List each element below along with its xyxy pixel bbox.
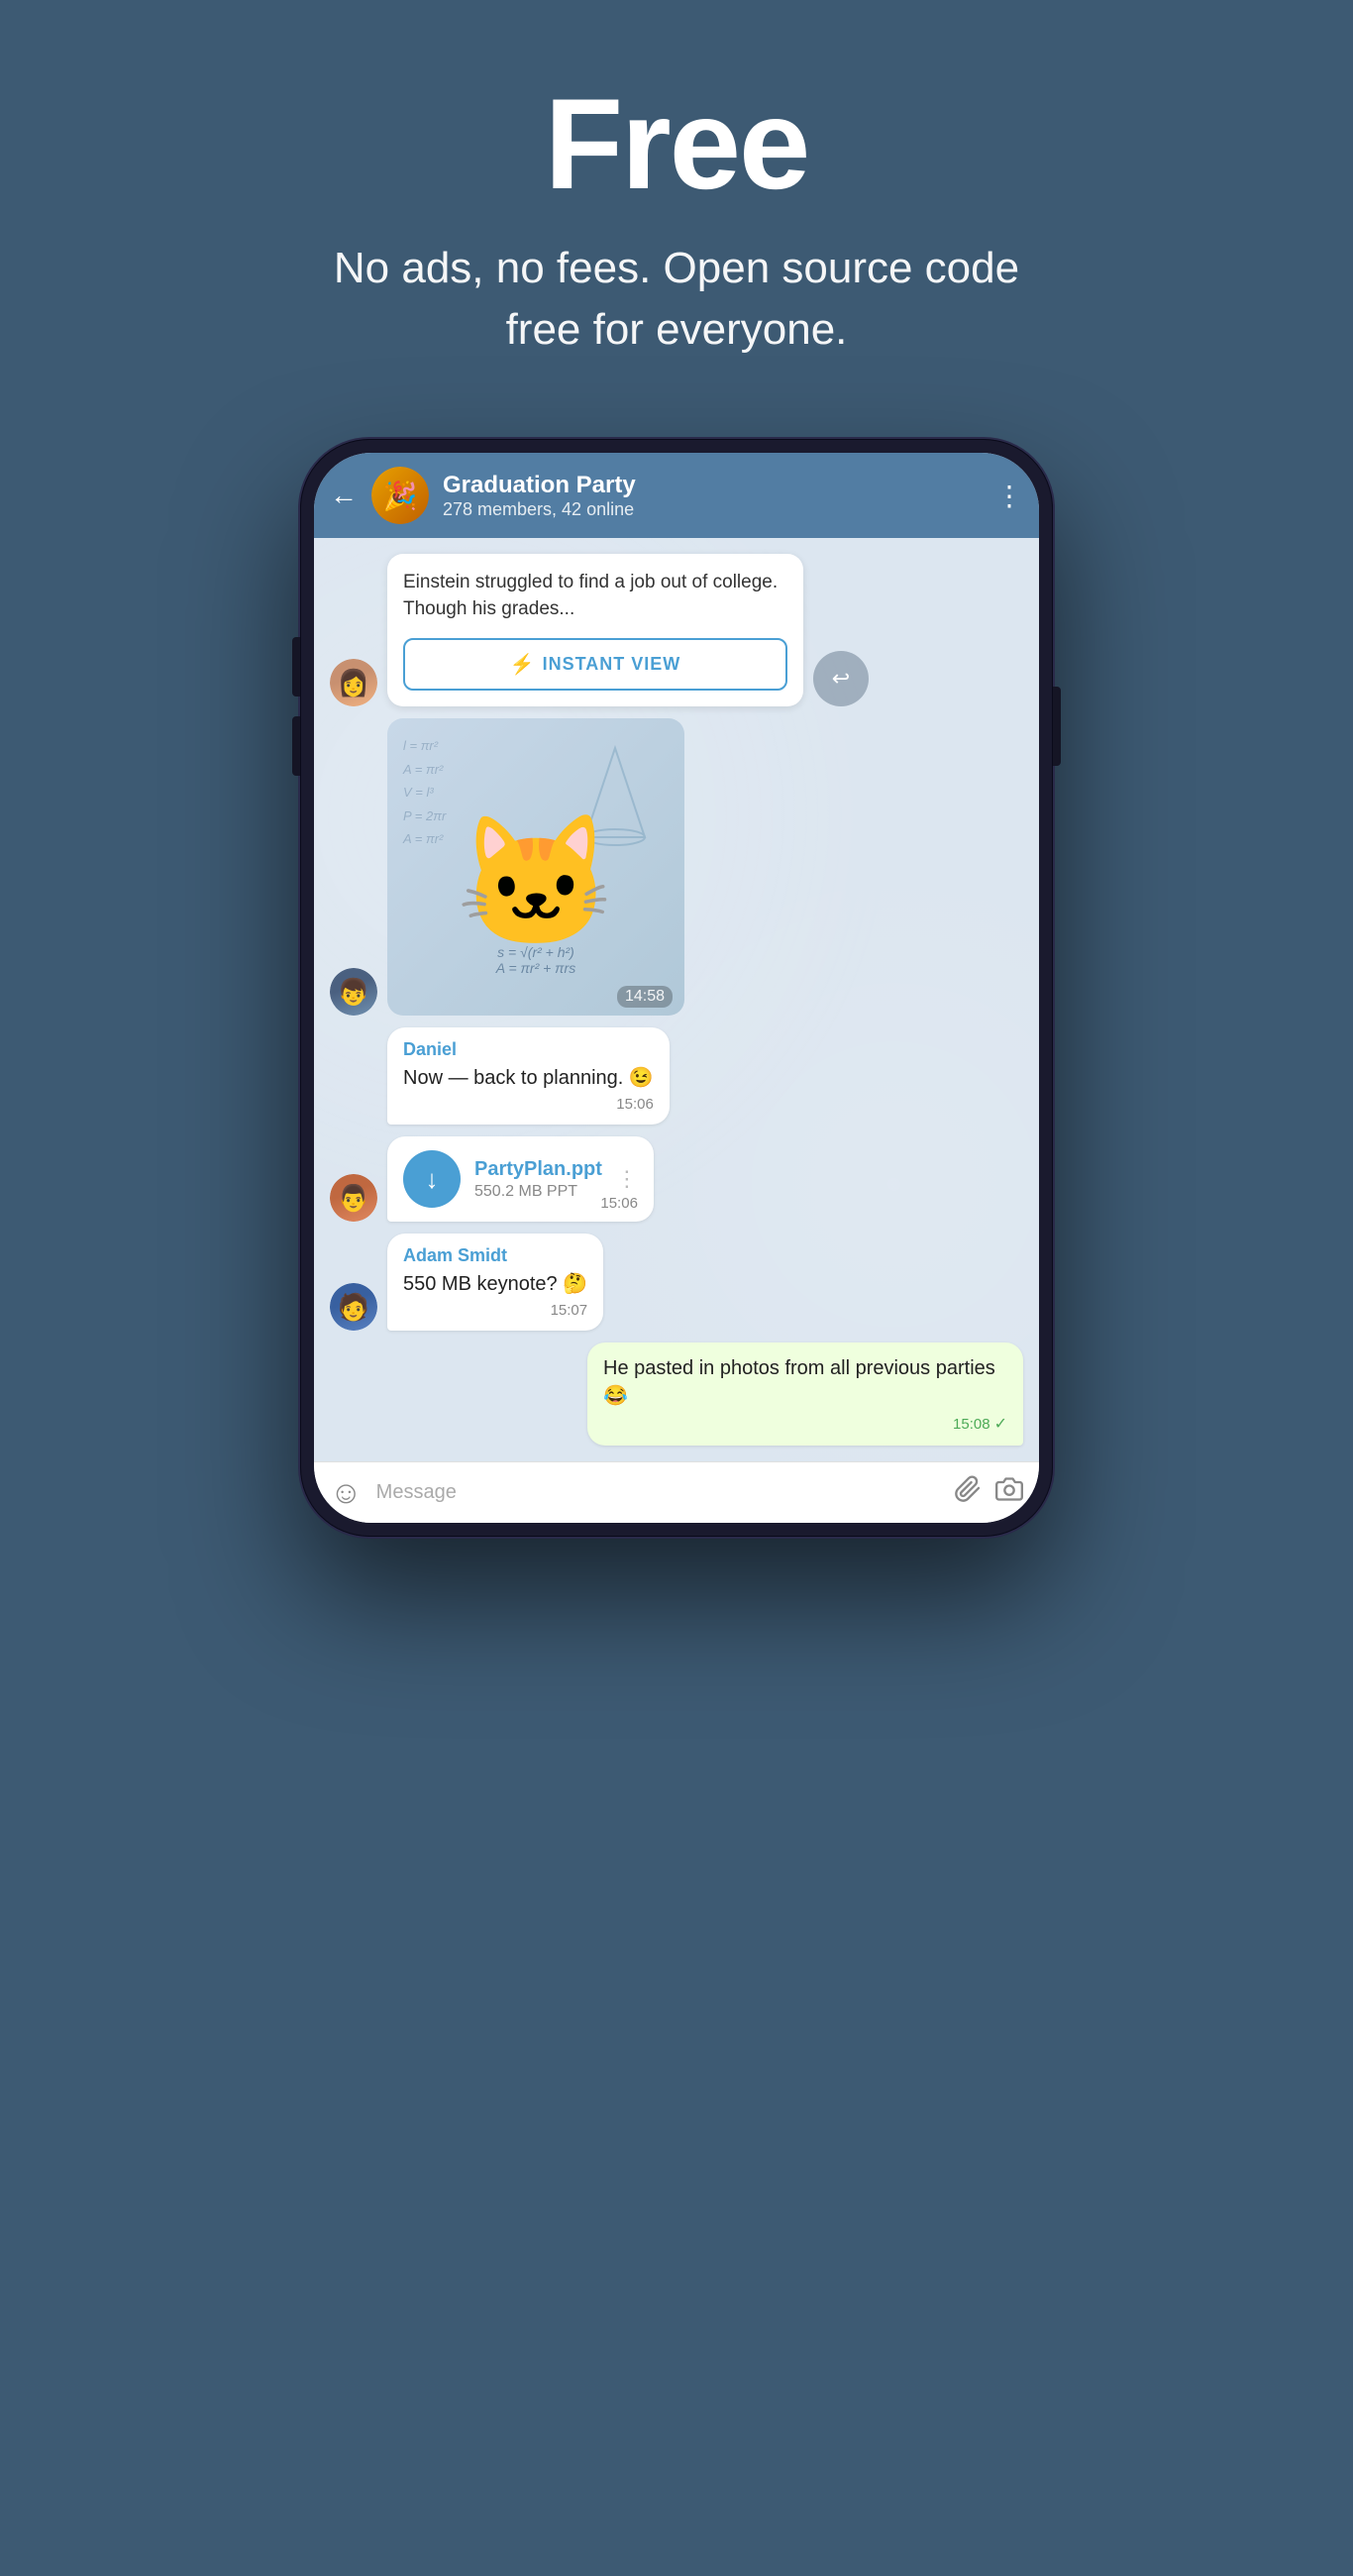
phone-wrapper: ← 🎉 Graduation Party 278 members, 42 onl… [300,439,1053,1537]
message-time: 15:08 [953,1416,990,1433]
volume-down-button [292,716,300,776]
file-size: 550.2 MB PPT [474,1183,602,1201]
file-message: ↓ PartyPlan.ppt 550.2 MB PPT ⋮ 15:06 [387,1136,654,1222]
cat-sticker: 🐱 [456,806,616,958]
table-row: Daniel Now — back to planning. 😉 15:06 [330,1027,1023,1125]
chat-body: 👩 Einstein struggled to find a job out o… [314,538,1039,1461]
header-info: Graduation Party 278 members, 42 online [443,472,982,520]
phone-screen: ← 🎉 Graduation Party 278 members, 42 onl… [314,453,1039,1523]
emoji-button[interactable]: ☺ [330,1474,363,1511]
camera-button[interactable] [995,1475,1023,1510]
read-receipt-icon: ✓ [994,1414,1007,1434]
power-button [1053,687,1061,766]
outgoing-message-bubble: He pasted in photos from all previous pa… [587,1342,1023,1446]
article-text: Einstein struggled to find a job out of … [387,554,803,638]
message-bubble: Adam Smidt 550 MB keynote? 🤔 15:07 [387,1234,603,1331]
hero-subtitle: No ads, no fees. Open source code free f… [330,238,1023,360]
attach-button[interactable] [954,1475,982,1510]
file-info: PartyPlan.ppt 550.2 MB PPT [474,1158,602,1201]
table-row: He pasted in photos from all previous pa… [330,1342,1023,1446]
bolt-icon: ⚡ [510,652,535,677]
message-bubble: Daniel Now — back to planning. 😉 15:06 [387,1027,670,1125]
message-text: He pasted in photos from all previous pa… [603,1354,1007,1410]
back-button[interactable]: ← [330,480,358,511]
file-time: 15:06 [600,1195,638,1212]
phone-shell: ← 🎉 Graduation Party 278 members, 42 onl… [300,439,1053,1537]
hero-title: Free [40,79,1313,208]
hero-section: Free No ads, no fees. Open source code f… [0,0,1353,419]
sticker-container: l = πr² A = πr² V = l³ P = 2πr A = πr² [387,718,684,1016]
message-text: Now — back to planning. 😉 [403,1064,654,1092]
instant-view-label: INSTANT VIEW [543,654,681,675]
message-time: 15:07 [551,1302,588,1319]
message-text: 550 MB keynote? 🤔 [403,1270,587,1298]
message-time: 15:06 [616,1096,654,1113]
instant-view-button[interactable]: ⚡ INSTANT VIEW [403,638,787,691]
chat-input-bar: ☺ Message [314,1461,1039,1523]
file-options-button[interactable]: ⋮ [616,1166,638,1192]
message-input[interactable]: Message [376,1481,940,1504]
group-name: Graduation Party [443,472,982,499]
avatar: 👦 [330,968,377,1016]
message-meta: 15:08 ✓ [603,1414,1007,1434]
file-name: PartyPlan.ppt [474,1158,602,1181]
sticker-time: 14:58 [617,986,673,1008]
sticker-message: 👦 l = πr² A = πr² V = l³ P = 2πr [330,718,1023,1016]
table-row: 👨 ↓ PartyPlan.ppt 550.2 MB PPT ⋮ 15:06 [330,1136,1023,1222]
avatar: 👩 [330,659,377,706]
share-button[interactable]: ↩ [813,651,869,706]
table-row: 👩 Einstein struggled to find a job out o… [330,554,1023,706]
chat-header: ← 🎉 Graduation Party 278 members, 42 onl… [314,453,1039,538]
article-card: Einstein struggled to find a job out of … [387,554,803,706]
volume-up-button [292,637,300,697]
table-row: 🧑 Adam Smidt 550 MB keynote? 🤔 15:07 [330,1234,1023,1331]
message-sender: Adam Smidt [403,1245,587,1266]
message-meta: 15:06 [403,1096,654,1113]
avatar: 👨 [330,1174,377,1222]
group-avatar: 🎉 [371,467,429,524]
message-sender: Daniel [403,1039,654,1060]
group-meta: 278 members, 42 online [443,499,982,520]
avatar: 🧑 [330,1283,377,1331]
download-button[interactable]: ↓ [403,1150,461,1208]
header-menu-button[interactable]: ⋮ [995,480,1023,512]
sticker-background: l = πr² A = πr² V = l³ P = 2πr A = πr² [387,718,684,1016]
message-meta: 15:07 [403,1302,587,1319]
